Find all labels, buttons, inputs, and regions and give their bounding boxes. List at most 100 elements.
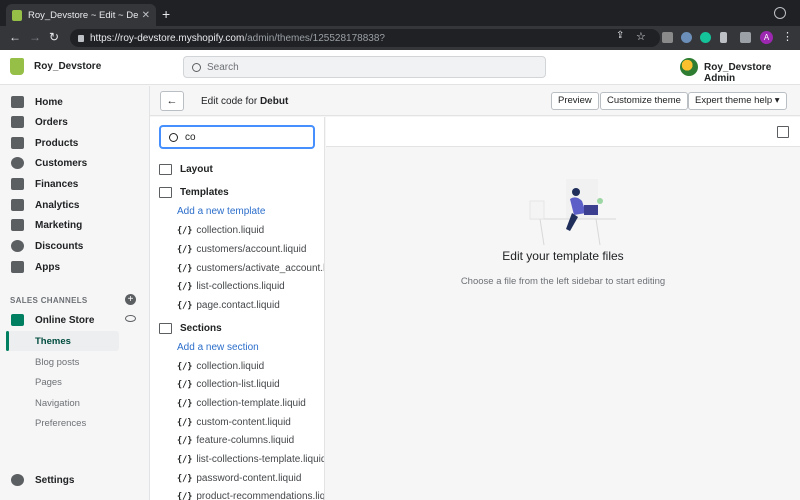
shopify-logo-icon[interactable]: [10, 58, 24, 75]
profile-avatar[interactable]: A: [760, 31, 773, 44]
bookmark-star-icon[interactable]: ☆: [636, 30, 646, 43]
back-arrow-icon[interactable]: ←: [9, 30, 21, 44]
discount-icon: [11, 240, 24, 252]
file-item[interactable]: {/} list-collections-template.liquid: [177, 454, 324, 465]
address-bar[interactable]: https://roy-devstore.myshopify.com/admin…: [70, 29, 660, 47]
file-name: collection-template.liquid: [196, 398, 306, 409]
orders-icon: [11, 116, 24, 128]
more-menu-icon[interactable]: ⋮: [782, 30, 793, 43]
liquid-file-icon: {/}: [177, 245, 193, 255]
file-search-field[interactable]: [159, 125, 315, 149]
reload-icon[interactable]: ↻: [49, 30, 59, 44]
forward-arrow-icon[interactable]: →: [29, 30, 41, 44]
folder-templates[interactable]: Templates: [159, 187, 229, 198]
admin-avatar[interactable]: [680, 58, 698, 76]
sub-item-preferences[interactable]: Preferences: [35, 418, 86, 429]
new-tab-icon[interactable]: +: [162, 6, 170, 22]
file-item[interactable]: {/} collection-template.liquid: [177, 398, 306, 409]
close-tab-icon[interactable]: ✕: [142, 10, 150, 21]
window-control-icon[interactable]: [774, 7, 786, 19]
home-icon: [11, 96, 24, 108]
preview-button[interactable]: Preview: [551, 92, 599, 110]
editor-pane: Edit your template files Choose a file f…: [326, 117, 800, 500]
folder-label: Sections: [180, 323, 222, 334]
back-button[interactable]: ←: [160, 91, 184, 111]
sub-item-blog-posts[interactable]: Blog posts: [35, 357, 79, 368]
sub-item-pages[interactable]: Pages: [35, 377, 62, 388]
nav-item-finances[interactable]: Finances: [0, 174, 150, 194]
grammarly-icon[interactable]: [700, 32, 711, 43]
file-name: password-content.liquid: [196, 473, 302, 484]
nav-item-analytics[interactable]: Analytics: [0, 195, 150, 215]
theme-name: Debut: [259, 96, 289, 107]
store-name[interactable]: Roy_Devstore: [34, 61, 101, 72]
share-icon[interactable]: ⇪: [616, 30, 624, 41]
nav-label: Discounts: [35, 240, 84, 252]
active-indicator: [6, 331, 9, 351]
add-section-link[interactable]: Add a new section: [177, 342, 259, 353]
extension-icon[interactable]: [662, 32, 673, 43]
file-name: page.contact.liquid: [196, 300, 280, 311]
store-icon: [11, 314, 24, 326]
sub-item-themes[interactable]: Themes: [35, 336, 71, 347]
expert-help-button[interactable]: Expert theme help ▾: [688, 92, 787, 110]
liquid-file-icon: {/}: [177, 492, 193, 500]
customize-theme-button[interactable]: Customize theme: [600, 92, 688, 110]
folder-layout[interactable]: Layout: [159, 164, 213, 175]
liquid-file-icon: {/}: [177, 455, 193, 465]
file-item[interactable]: {/} custom-content.liquid: [177, 417, 291, 428]
nav-label: Finances: [35, 178, 79, 190]
file-item[interactable]: {/} password-content.liquid: [177, 473, 301, 484]
add-channel-icon[interactable]: +: [125, 294, 136, 305]
nav-item-settings[interactable]: Settings: [0, 470, 150, 490]
folder-download-icon: [159, 187, 172, 198]
file-item[interactable]: {/} collection.liquid: [177, 225, 264, 236]
liquid-file-icon: {/}: [177, 474, 193, 484]
nav-item-home[interactable]: Home: [0, 92, 150, 112]
admin-search-input[interactable]: Search: [183, 56, 546, 78]
admin-name[interactable]: Roy_Devstore Admin: [704, 62, 800, 84]
file-item[interactable]: {/} collection-list.liquid: [177, 379, 280, 390]
file-name: customers/activate_account.liquid: [196, 263, 325, 274]
add-template-link[interactable]: Add a new template: [177, 206, 265, 217]
folder-download-icon: [159, 323, 172, 334]
person-icon: [11, 157, 24, 169]
nav-item-products[interactable]: Products: [0, 133, 150, 153]
tab-title: Roy_Devstore ~ Edit ~ Debut ~: [28, 9, 138, 21]
editor-toolbar: [326, 117, 800, 147]
liquid-file-icon: {/}: [177, 380, 193, 390]
nav-item-marketing[interactable]: Marketing: [0, 215, 150, 235]
liquid-file-icon: {/}: [177, 282, 193, 292]
sub-item-navigation[interactable]: Navigation: [35, 398, 80, 409]
browser-tab[interactable]: Roy_Devstore ~ Edit ~ Debut ~ ✕: [6, 4, 156, 26]
file-item[interactable]: {/} collection.liquid: [177, 361, 264, 372]
empty-state-illustration: [529, 179, 616, 246]
liquid-file-icon: {/}: [177, 418, 193, 428]
nav-item-apps[interactable]: Apps: [0, 257, 150, 277]
extension-icon[interactable]: [681, 32, 692, 43]
analytics-icon: [11, 199, 24, 211]
liquid-file-icon: {/}: [177, 226, 193, 236]
file-item[interactable]: {/} page.contact.liquid: [177, 300, 280, 311]
browser-tab-bar: Roy_Devstore ~ Edit ~ Debut ~ ✕ +: [0, 0, 800, 26]
file-item[interactable]: {/} feature-columns.liquid: [177, 435, 294, 446]
file-name: custom-content.liquid: [196, 417, 291, 428]
nav-item-customers[interactable]: Customers: [0, 153, 150, 173]
eye-icon[interactable]: [125, 315, 136, 322]
liquid-file-icon: {/}: [177, 399, 193, 409]
nav-label: Marketing: [35, 219, 83, 231]
file-item[interactable]: {/} product-recommendations.liquid: [177, 491, 324, 500]
file-item[interactable]: {/} customers/account.liquid: [177, 244, 306, 255]
expand-icon[interactable]: [777, 126, 789, 138]
file-search-input[interactable]: [185, 131, 305, 143]
extension-icon[interactable]: [720, 32, 727, 43]
gear-icon: [11, 474, 24, 486]
empty-state-subtitle: Choose a file from the left sidebar to s…: [460, 276, 666, 287]
nav-item-orders[interactable]: Orders: [0, 112, 150, 132]
nav-label: Analytics: [35, 199, 80, 211]
puzzle-icon[interactable]: [740, 32, 751, 43]
file-item[interactable]: {/}customers/activate_account.liquid: [177, 263, 325, 274]
folder-sections[interactable]: Sections: [159, 323, 222, 334]
nav-item-discounts[interactable]: Discounts: [0, 236, 150, 256]
file-item[interactable]: {/} list-collections.liquid: [177, 281, 285, 292]
